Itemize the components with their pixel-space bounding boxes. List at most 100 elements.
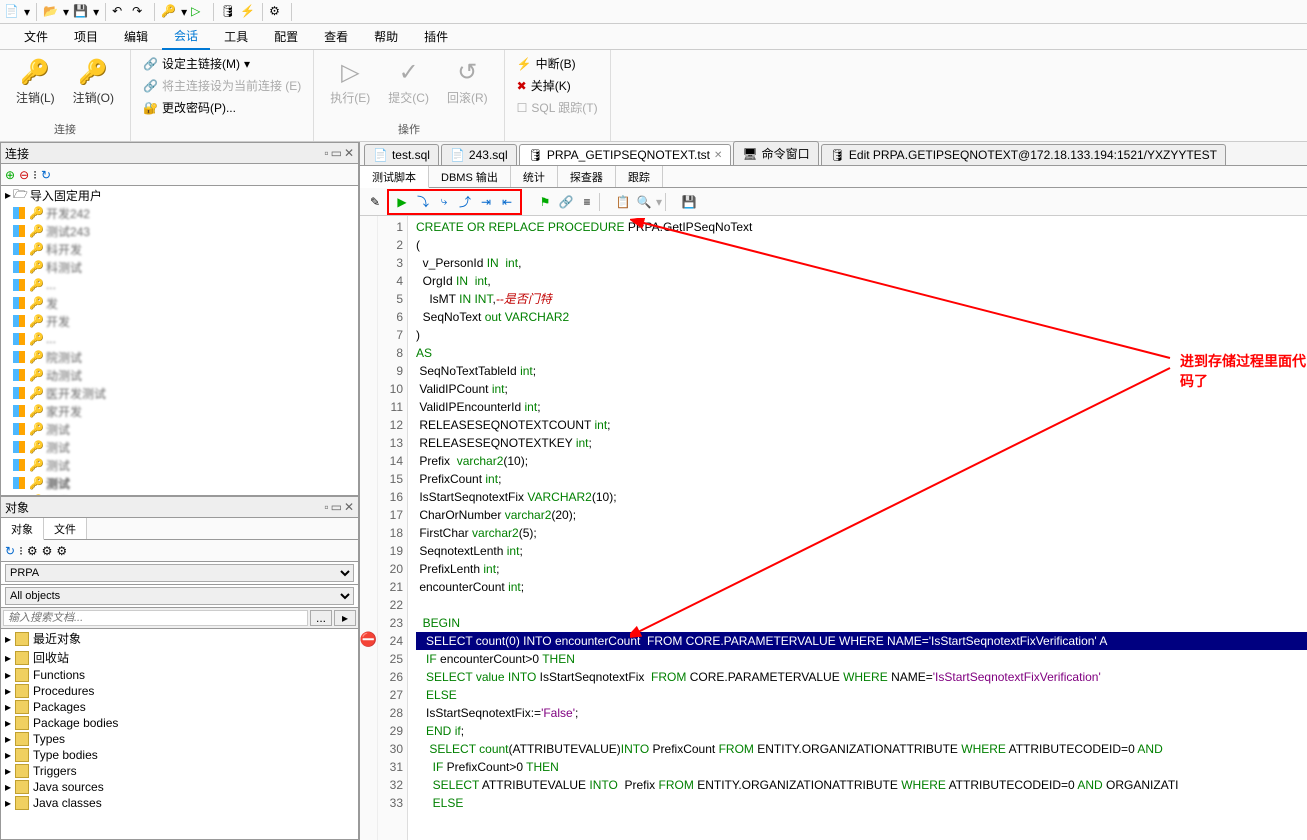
undo-icon[interactable]: ↶ — [112, 4, 128, 20]
pin2-icon[interactable]: ▭ — [331, 146, 342, 160]
break-button[interactable]: ⚡ 中断(B) — [515, 54, 600, 73]
logoff-l-button[interactable]: 🔑注销(L) — [10, 54, 61, 110]
object-tree-item[interactable]: ▸ Triggers — [1, 763, 358, 779]
tree-item[interactable]: 🔑 ... — [1, 330, 358, 348]
link-icon[interactable]: 🔗 — [557, 193, 575, 211]
key-icon[interactable]: 🔑 — [161, 4, 177, 20]
cursor-icon[interactable]: ✎ — [366, 193, 384, 211]
dots-icon[interactable]: ⁝ — [33, 168, 37, 182]
file-tab[interactable]: 🛢Edit PRPA.GETIPSEQNOTEXT@172.18.133.194… — [821, 144, 1226, 165]
db-icon[interactable]: 🛢 — [220, 4, 236, 20]
change-password[interactable]: 🔐 更改密码(P)... — [141, 98, 303, 117]
step-cont-icon[interactable]: ⇥ — [477, 193, 495, 211]
tree-item[interactable]: 🔑 科测试 — [1, 258, 358, 276]
settings-icon[interactable]: ⚙ — [269, 4, 285, 20]
sub-tab[interactable]: 跟踪 — [616, 166, 663, 187]
close-panel-icon[interactable]: ✕ — [344, 146, 354, 160]
tree-item[interactable]: 🔑 动测试 — [1, 366, 358, 384]
tree-item[interactable]: 🔑 院测试 — [1, 348, 358, 366]
execute-button[interactable]: ▷执行(E) — [324, 54, 376, 110]
menu-plugin[interactable]: 插件 — [412, 24, 460, 49]
set-main-link[interactable]: 🔗 设定主链接(M) ▾ — [141, 54, 303, 73]
object-tree-item[interactable]: ▸ 回收站 — [1, 648, 358, 667]
new-icon[interactable]: 📄 — [4, 4, 20, 20]
commit-button[interactable]: ✓提交(C) — [382, 54, 435, 110]
rollback-button[interactable]: ↺回滚(R) — [441, 54, 494, 110]
tree-item[interactable]: 🔑 测试 — [1, 474, 358, 492]
step-over-icon[interactable]: ⤵ — [414, 193, 432, 211]
search-button[interactable]: ... — [310, 610, 332, 626]
sub-tab[interactable]: 测试脚本 — [360, 166, 429, 188]
sql-trace[interactable]: ☐ SQL 跟踪(T) — [515, 98, 600, 117]
file-tab[interactable]: 📄243.sql — [441, 144, 517, 165]
run-icon[interactable]: ▷ — [191, 4, 207, 20]
logoff-o-button[interactable]: 🔑注销(O) — [67, 54, 120, 110]
open-icon[interactable]: 📂 — [43, 4, 59, 20]
tree-item[interactable]: 🔑 测试243 — [1, 222, 358, 240]
stop-icon[interactable]: ⚡ — [240, 4, 256, 20]
object-tree-item[interactable]: ▸ Packages — [1, 699, 358, 715]
menu-tools[interactable]: 工具 — [212, 24, 260, 49]
schema-select[interactable]: PRPA — [5, 564, 354, 582]
object-tree-item[interactable]: ▸ Package bodies — [1, 715, 358, 731]
object-tree-item[interactable]: ▸ Procedures — [1, 683, 358, 699]
pin-icon[interactable]: ▫ — [324, 146, 328, 160]
menu-file[interactable]: 文件 — [12, 24, 60, 49]
object-tree-item[interactable]: ▸ Types — [1, 731, 358, 747]
object-tree-item[interactable]: ▸ Java sources — [1, 779, 358, 795]
tree-item[interactable]: 🔑 测试 — [1, 420, 358, 438]
refresh-icon[interactable]: ↻ — [5, 544, 15, 558]
tree-item[interactable]: 🔑 开发242 — [1, 204, 358, 222]
tool-icon[interactable]: ⁝ — [19, 544, 23, 558]
step-out-icon[interactable]: ⤴ — [456, 193, 474, 211]
tree-item[interactable]: 🔑 医开发测试 — [1, 384, 358, 402]
step-into-icon[interactable]: ⤷ — [435, 193, 453, 211]
tool4-icon[interactable]: ⚙ — [56, 544, 67, 558]
tree-item[interactable]: 🔑 开发 — [1, 312, 358, 330]
close-button[interactable]: ✖ 关掉(K) — [515, 76, 600, 95]
object-search-input[interactable] — [3, 610, 308, 626]
object-list[interactable]: ▸ 最近对象▸ 回收站▸ Functions▸ Procedures▸ Pack… — [0, 629, 359, 840]
menu-help[interactable]: 帮助 — [362, 24, 410, 49]
menu-view[interactable]: 查看 — [312, 24, 360, 49]
object-tab-files[interactable]: 文件 — [44, 518, 87, 539]
object-tree-item[interactable]: ▸ Functions — [1, 667, 358, 683]
tree-item[interactable]: 🔑 开发 — [1, 492, 358, 496]
object-tree-item[interactable]: ▸ Java classes — [1, 795, 358, 811]
tool2-icon[interactable]: ⚙ — [27, 544, 38, 558]
collapse-icon[interactable]: ⊖ — [19, 168, 29, 182]
file-tab[interactable]: 🖥命令窗口 — [733, 141, 818, 165]
menu-project[interactable]: 项目 — [62, 24, 110, 49]
save-icon[interactable]: 💾 — [73, 4, 89, 20]
code-editor[interactable]: ⛔ 12345678910111213141516171819202122232… — [360, 216, 1307, 840]
close-tab-icon[interactable]: ✕ — [714, 150, 722, 161]
tree-item[interactable]: 🔑 家开发 — [1, 402, 358, 420]
sub-tab[interactable]: 探查器 — [558, 166, 616, 187]
save-icon[interactable]: 💾 — [680, 193, 698, 211]
expand-icon[interactable]: ⊕ — [5, 168, 15, 182]
file-tab[interactable]: 📄test.sql — [364, 144, 439, 165]
break-icon[interactable]: ⚑ — [536, 193, 554, 211]
set-current-conn[interactable]: 🔗 将主连接设为当前连接 (E) — [141, 76, 303, 95]
search-go-button[interactable]: ▸ — [334, 610, 356, 626]
menu-edit[interactable]: 编辑 — [112, 24, 160, 49]
sub-tab[interactable]: DBMS 输出 — [429, 166, 511, 187]
object-tree-item[interactable]: ▸ Type bodies — [1, 747, 358, 763]
refresh-icon[interactable]: ↻ — [41, 168, 51, 182]
tree-item[interactable]: 🔑 ... — [1, 276, 358, 294]
tree-item[interactable]: 🔑 科开发 — [1, 240, 358, 258]
redo-icon[interactable]: ↷ — [132, 4, 148, 20]
menu-config[interactable]: 配置 — [262, 24, 310, 49]
list-icon[interactable]: ≡ — [578, 193, 596, 211]
srch-icon[interactable]: 🔍 — [635, 193, 653, 211]
object-tree-item[interactable]: ▸ 最近对象 — [1, 629, 358, 648]
object-tab-objects[interactable]: 对象 — [1, 518, 44, 540]
menu-session[interactable]: 会话 — [162, 23, 210, 50]
clip-icon[interactable]: 📋 — [614, 193, 632, 211]
tree-item[interactable]: 🔑 测试 — [1, 438, 358, 456]
tree-item[interactable]: 🔑 发 — [1, 294, 358, 312]
tool3-icon[interactable]: ⚙ — [42, 544, 53, 558]
tree-item[interactable]: 🔑 测试 — [1, 456, 358, 474]
connection-tree[interactable]: ▸ 🗁 导入固定用户 🔑 开发242 🔑 测试243 🔑 科开发 🔑 科测试 🔑… — [0, 186, 359, 496]
step-last-icon[interactable]: ⇤ — [498, 193, 516, 211]
